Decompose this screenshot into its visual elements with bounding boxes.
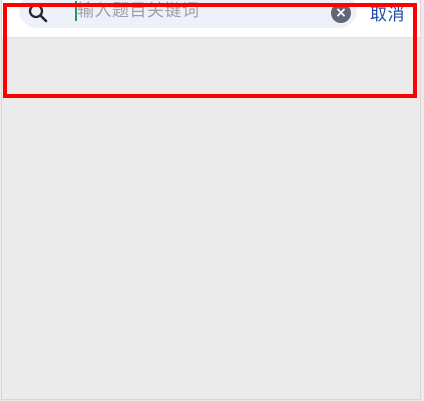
cancel-button[interactable]: 取消 xyxy=(370,3,410,27)
search-results-area xyxy=(2,38,420,399)
search-box[interactable]: × xyxy=(19,0,357,28)
close-circle-icon[interactable]: × xyxy=(331,3,351,23)
app-screen: × 取消 xyxy=(1,0,421,400)
search-icon xyxy=(28,3,48,23)
search-header: × 取消 xyxy=(2,0,420,38)
search-input[interactable] xyxy=(77,0,332,22)
